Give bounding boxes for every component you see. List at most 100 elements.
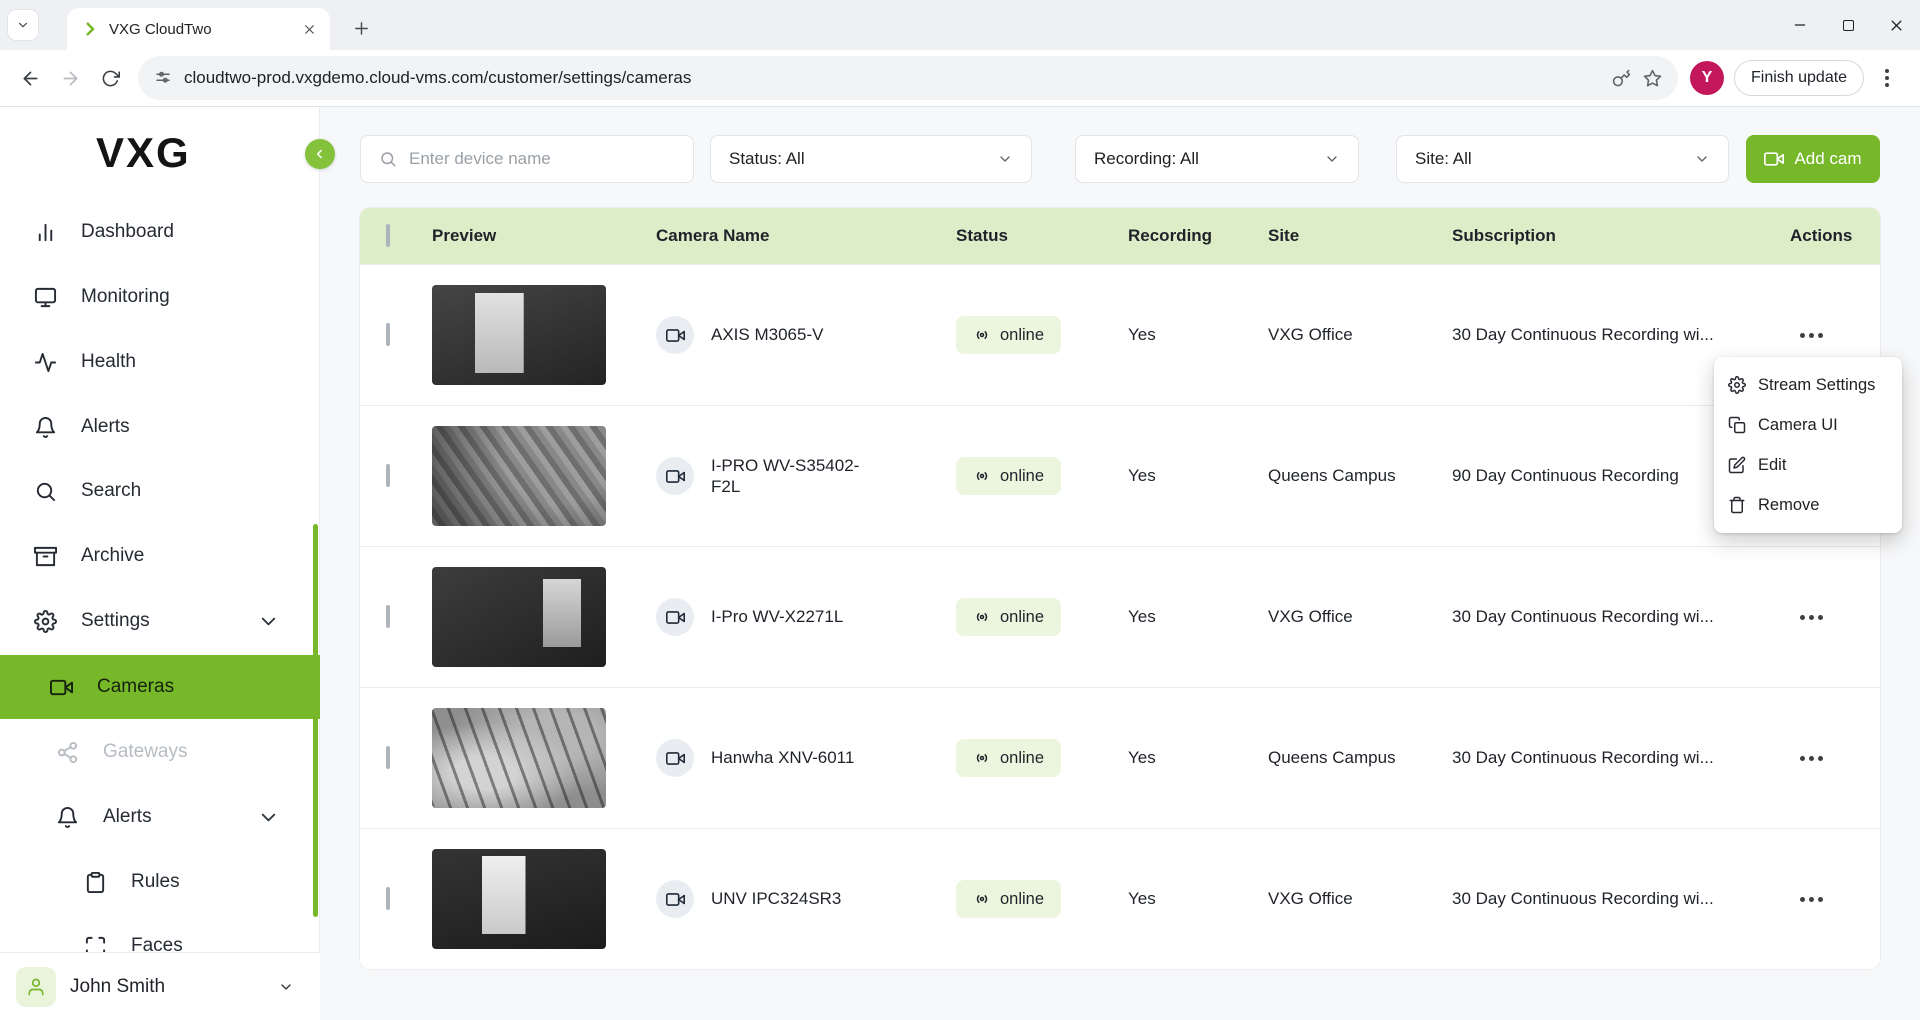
sidebar-item-alerts[interactable]: Alerts (0, 395, 320, 459)
camera-preview[interactable] (432, 285, 606, 385)
archive-icon (34, 545, 57, 568)
sidebar-item-archive[interactable]: Archive (0, 524, 320, 588)
site-value: Queens Campus (1268, 748, 1396, 767)
close-icon (303, 23, 316, 36)
tune-icon (154, 69, 172, 87)
user-menu[interactable]: John Smith (0, 952, 320, 1020)
camera-type-icon (656, 880, 694, 918)
search-icon (379, 150, 397, 168)
password-key-icon[interactable] (1612, 69, 1631, 88)
trash-icon (1728, 496, 1746, 514)
chevron-down-icon (16, 18, 30, 32)
recording-filter[interactable]: Recording: All (1075, 135, 1359, 183)
bell-icon (56, 806, 79, 829)
screen: VXG CloudTwo (0, 0, 1920, 1020)
recording-value: Yes (1128, 607, 1268, 627)
tab-title: VXG CloudTwo (109, 21, 288, 38)
subscription-value: 30 Day Continuous Recording wi... (1452, 325, 1790, 345)
sidebar-item-cameras[interactable]: Cameras (0, 655, 320, 719)
header-subscription: Subscription (1452, 226, 1790, 246)
camera-preview[interactable] (432, 849, 606, 949)
camera-icon (50, 676, 73, 699)
forward-button[interactable] (50, 58, 90, 98)
table-row: AXIS M3065-V online Yes VXG Office 30 Da… (360, 264, 1880, 405)
new-tab-button[interactable] (346, 13, 376, 43)
sidebar-scrollbar[interactable] (313, 524, 318, 917)
sidebar-item-dashboard[interactable]: Dashboard (0, 200, 320, 264)
chevron-down-icon (1694, 151, 1710, 167)
browser-menu-button[interactable] (1872, 58, 1902, 98)
address-bar[interactable]: cloudtwo-prod.vxgdemo.cloud-vms.com/cust… (138, 56, 1678, 100)
table-header-row: Preview Camera Name Status Recording Sit… (360, 208, 1880, 264)
sidebar-item-monitoring[interactable]: Monitoring (0, 265, 320, 329)
sidebar-item-search[interactable]: Search (0, 459, 320, 523)
menu-item-edit[interactable]: Edit (1714, 445, 1902, 485)
minimize-icon (1793, 18, 1807, 32)
camera-type-icon (656, 316, 694, 354)
header-camera-name: Camera Name (656, 226, 956, 246)
row-context-menu: Stream Settings Camera UI Edit Remove (1714, 357, 1902, 533)
tab-search-button[interactable] (8, 10, 38, 40)
status-filter[interactable]: Status: All (710, 135, 1032, 183)
reload-button[interactable] (90, 58, 130, 98)
chevron-left-icon (313, 147, 327, 161)
back-button[interactable] (10, 58, 50, 98)
row-checkbox[interactable] (386, 746, 390, 769)
recording-value: Yes (1128, 325, 1268, 345)
row-actions-button[interactable] (1790, 321, 1833, 350)
user-name: John Smith (70, 976, 165, 998)
health-pulse-icon (34, 351, 57, 374)
row-checkbox[interactable] (386, 464, 390, 487)
recording-value: Yes (1128, 748, 1268, 768)
sidebar-item-gateways[interactable]: Gateways (0, 720, 320, 784)
broadcast-icon (973, 326, 991, 344)
site-value: VXG Office (1268, 889, 1353, 908)
table-row: I-Pro WV-X2271L online Yes VXG Office 30… (360, 546, 1880, 687)
search-input[interactable] (409, 149, 675, 169)
table-row: UNV IPC324SR3 online Yes VXG Office 30 D… (360, 828, 1880, 969)
sidebar-item-health[interactable]: Health (0, 330, 320, 394)
tab-close-button[interactable] (298, 18, 320, 40)
camera-preview[interactable] (432, 567, 606, 667)
select-all-checkbox[interactable] (386, 224, 390, 247)
sidebar-item-settings[interactable]: Settings (0, 589, 320, 653)
row-actions-button[interactable] (1790, 885, 1833, 914)
row-checkbox[interactable] (386, 605, 390, 628)
row-checkbox[interactable] (386, 887, 390, 910)
status-badge: online (956, 739, 1061, 777)
device-search[interactable] (360, 135, 694, 183)
header-status: Status (956, 226, 1128, 246)
bookmark-star-icon[interactable] (1643, 69, 1662, 88)
chevron-down-icon (257, 806, 280, 829)
sidebar-item-alerts-settings[interactable]: Alerts (0, 785, 320, 849)
profile-avatar[interactable]: Y (1690, 61, 1724, 95)
camera-name: AXIS M3065-V (711, 324, 823, 345)
copy-icon (1728, 416, 1746, 434)
site-filter[interactable]: Site: All (1396, 135, 1729, 183)
recording-value: Yes (1128, 466, 1268, 486)
row-actions-button[interactable] (1790, 744, 1833, 773)
menu-item-camera-ui[interactable]: Camera UI (1714, 405, 1902, 445)
url-text: cloudtwo-prod.vxgdemo.cloud-vms.com/cust… (184, 68, 1600, 88)
browser-tab[interactable]: VXG CloudTwo (67, 8, 330, 50)
chevron-down-icon (997, 151, 1013, 167)
maximize-button[interactable] (1824, 0, 1872, 50)
camera-preview[interactable] (432, 708, 606, 808)
add-camera-button[interactable]: Add cam (1746, 135, 1880, 183)
finish-update-button[interactable]: Finish update (1734, 60, 1864, 96)
site-info-icon[interactable] (154, 69, 172, 87)
status-badge: online (956, 457, 1061, 495)
camera-icon (1764, 149, 1784, 169)
window-controls (1776, 0, 1920, 50)
row-checkbox[interactable] (386, 323, 390, 346)
sidebar-item-rules[interactable]: Rules (0, 850, 320, 914)
menu-item-stream-settings[interactable]: Stream Settings (1714, 365, 1902, 405)
row-actions-button[interactable] (1790, 603, 1833, 632)
camera-preview[interactable] (432, 426, 606, 526)
close-window-button[interactable] (1872, 0, 1920, 50)
user-icon (26, 977, 46, 997)
broadcast-icon (973, 890, 991, 908)
sidebar-collapse-button[interactable] (305, 139, 335, 169)
minimize-button[interactable] (1776, 0, 1824, 50)
menu-item-remove[interactable]: Remove (1714, 485, 1902, 525)
